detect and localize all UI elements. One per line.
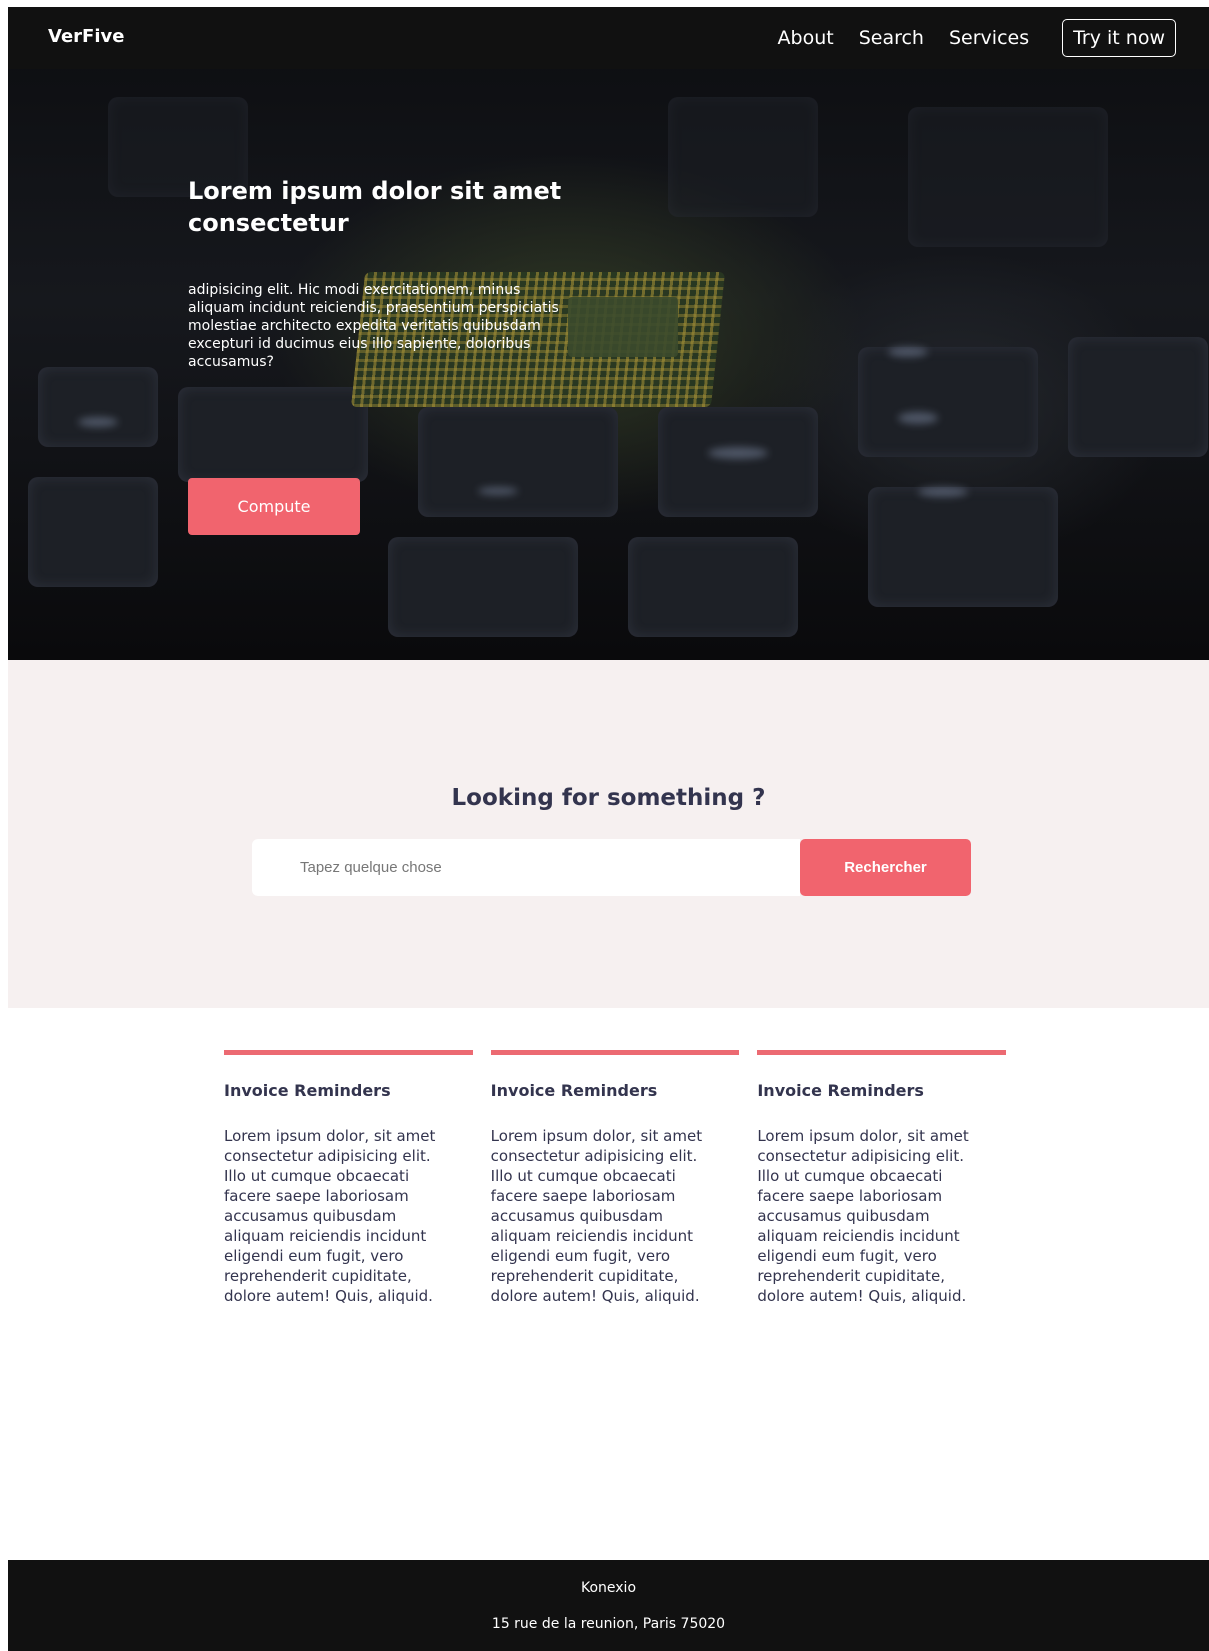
- feature-accent-bar: [224, 1050, 473, 1055]
- feature-title: Invoice Reminders: [224, 1081, 391, 1100]
- feature-card: Invoice Reminders Lorem ipsum dolor, sit…: [224, 1050, 473, 1306]
- hero-description: adipisicing elit. Hic modi exercitatione…: [188, 282, 559, 370]
- feature-text: Lorem ipsum dolor, sit amet consectetur …: [490, 1127, 703, 1305]
- footer-address: 15 rue de la reunion, Paris 75020: [491, 1616, 726, 1632]
- compute-button[interactable]: Compute: [188, 478, 360, 535]
- feature-card: Invoice Reminders Lorem ipsum dolor, sit…: [490, 1050, 740, 1306]
- feature-card: Invoice Reminders Lorem ipsum dolor, sit…: [757, 1050, 1007, 1306]
- page: Lorem ipsum dolor sit amet consectetur a…: [8, 7, 1209, 1651]
- hero-title: Lorem ipsum dolor sit amet consectetur: [188, 177, 562, 237]
- search-input[interactable]: [252, 839, 800, 896]
- feature-text: Lorem ipsum dolor, sit amet consectetur …: [757, 1127, 969, 1305]
- nav-links: About Search Services Try it now: [778, 7, 1209, 69]
- footer-company: Konexio: [580, 1580, 637, 1596]
- nav-link-services[interactable]: Services: [949, 27, 1029, 49]
- search-button[interactable]: Rechercher: [800, 839, 971, 896]
- feature-title: Invoice Reminders: [490, 1081, 658, 1100]
- hero-content: Lorem ipsum dolor sit amet consectetur a…: [188, 175, 573, 371]
- try-it-now-button[interactable]: Try it now: [1062, 19, 1176, 57]
- brand-logo[interactable]: VerFive: [48, 26, 124, 47]
- feature-text: Lorem ipsum dolor, sit amet consectetur …: [224, 1127, 436, 1305]
- feature-accent-bar: [490, 1050, 740, 1055]
- nav-link-search[interactable]: Search: [859, 27, 924, 49]
- navbar: VerFive About Search Services Try it now: [8, 7, 1209, 69]
- search-section: Looking for something ? Rechercher: [8, 660, 1209, 1008]
- features-section: Invoice Reminders Lorem ipsum dolor, sit…: [224, 1050, 1024, 1306]
- feature-accent-bar: [757, 1050, 1007, 1055]
- search-form: Rechercher: [252, 839, 971, 896]
- search-title: Looking for something ?: [451, 785, 766, 811]
- nav-link-about[interactable]: About: [778, 27, 834, 49]
- hero-section: Lorem ipsum dolor sit amet consectetur a…: [8, 7, 1209, 660]
- feature-title: Invoice Reminders: [757, 1081, 924, 1100]
- footer: Konexio 15 rue de la reunion, Paris 7502…: [8, 1560, 1209, 1651]
